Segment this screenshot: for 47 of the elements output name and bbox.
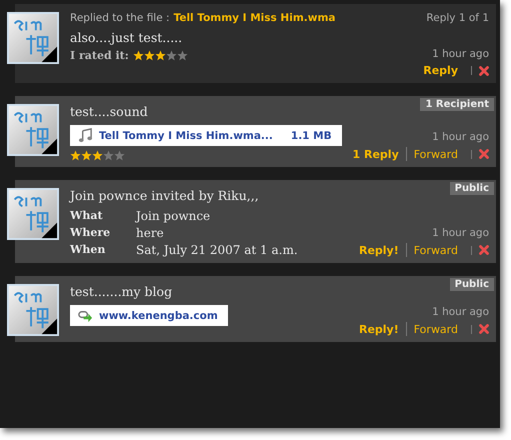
file-size: 1.1 MB	[290, 130, 332, 142]
detail-value: Sat, July 21 2007 at 1 a.m.	[136, 243, 299, 257]
star-icon	[132, 50, 144, 61]
post-text: Join pownce invited by Riku,,,	[70, 188, 260, 203]
star-icon	[144, 50, 155, 61]
timestamp: 1 hour ago	[432, 227, 489, 239]
attachment-link[interactable]: Tell Tommy I Miss Him.wma...	[99, 130, 273, 142]
post-text: also....just test.....	[70, 30, 184, 45]
forward-link[interactable]: Forward	[414, 244, 458, 256]
delete-icon[interactable]	[479, 245, 489, 255]
star-icon	[103, 150, 114, 161]
visibility-badge: Public	[450, 182, 494, 195]
star-icon	[81, 150, 92, 161]
reply-link[interactable]: Reply!	[358, 244, 399, 256]
music-note-icon	[78, 128, 93, 143]
rating-label: I rated it:	[70, 49, 129, 62]
visibility-badge: 1 Recipient	[420, 98, 494, 111]
delete-icon[interactable]	[479, 66, 489, 76]
reply-counter: Reply 1 of 1	[426, 12, 489, 24]
replied-label: Replied to the file :	[70, 12, 170, 24]
timestamp: 1 hour ago	[432, 306, 489, 318]
detail-label: When	[70, 243, 106, 257]
timestamp: 1 hour ago	[432, 131, 489, 143]
file-link[interactable]: Tell Tommy I Miss Him.wma	[174, 12, 336, 24]
post-text: test....sound	[70, 104, 149, 119]
detail-value: Join pownce	[136, 209, 212, 223]
star-icon	[176, 50, 188, 61]
forward-link[interactable]: Forward	[414, 148, 458, 160]
forward-link[interactable]: Forward	[414, 322, 458, 336]
reply-link[interactable]: Reply	[423, 64, 458, 77]
star-icon	[166, 50, 177, 61]
detail-label: Where	[70, 226, 112, 240]
post-text: test.......my blog	[70, 284, 174, 299]
delete-icon[interactable]	[479, 149, 489, 159]
link-arrow-icon	[78, 308, 93, 323]
reply-link[interactable]: 1 Reply	[352, 148, 399, 160]
star-icon	[92, 150, 103, 161]
attachment-link[interactable]: www.kenengba.com	[99, 310, 218, 322]
detail-value: here	[136, 226, 165, 240]
reply-link[interactable]: Reply!	[358, 322, 399, 336]
delete-icon[interactable]	[479, 324, 489, 334]
star-icon	[154, 50, 166, 61]
detail-label: What	[70, 209, 104, 223]
timestamp: 1 hour ago	[432, 48, 489, 60]
star-icon	[114, 150, 125, 161]
visibility-badge: Public	[450, 278, 494, 291]
star-icon	[70, 150, 81, 161]
